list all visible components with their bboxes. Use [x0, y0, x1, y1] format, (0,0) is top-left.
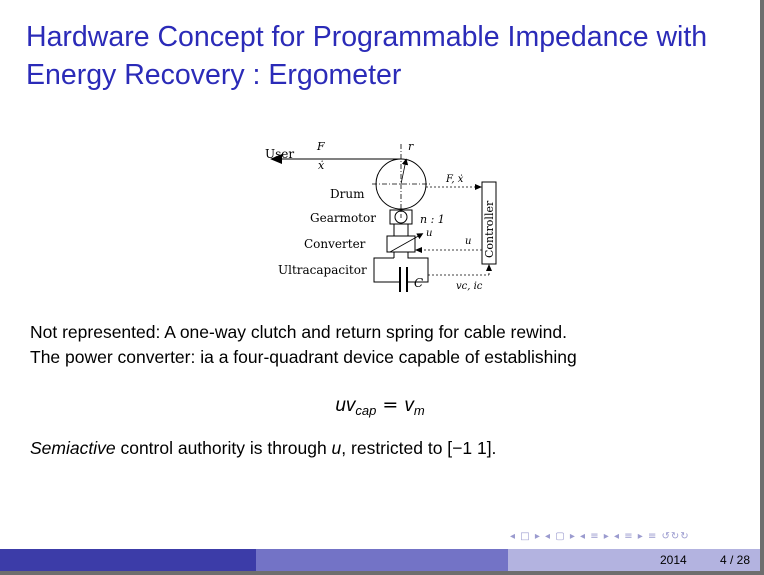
variable-u: u: [331, 438, 342, 458]
beamer-navigation-icons[interactable]: ◂ □ ▸ ◂ ▢ ▸ ◂ ≡ ▸ ◂ ≡ ▸ ≡ ↺↻↻: [510, 531, 750, 543]
sensor-arrowhead: [475, 184, 482, 190]
body-text-line-3: Semiactive control authority is through …: [30, 438, 496, 459]
drum-label: Drum: [330, 187, 365, 201]
capacitor-circuit: [373, 257, 400, 283]
title-line-2: Energy Recovery : Ergometer: [26, 59, 402, 91]
user-label: User: [265, 147, 294, 161]
emphasis-text: Semiactive: [30, 438, 116, 458]
footer-date: 2014: [660, 553, 687, 567]
u-controller-label: u: [465, 236, 471, 247]
body-text-line-2: The power converter: ia a four-quadrant …: [30, 347, 577, 367]
footer-segment-left: [0, 549, 256, 571]
capacitance-label: C: [414, 276, 423, 290]
force-xdot-label: F, ẋ: [445, 174, 464, 185]
converter-label: Converter: [304, 237, 366, 251]
footer-segment-right: 2014 4 / 28: [508, 549, 760, 571]
equation-rhs-var: v: [404, 395, 414, 416]
equation-rhs-sub: m: [413, 403, 425, 418]
measure-arrowhead: [486, 264, 492, 271]
radius-arrow: [400, 158, 409, 185]
slide-title: Hardware Concept for Programmable Impeda…: [26, 18, 746, 94]
line3-text-a: control authority is through: [115, 438, 332, 458]
converter-box: [386, 235, 416, 253]
page-number: 4 / 28: [720, 553, 751, 567]
vc-ic-label: vᴄ, iᴄ: [456, 281, 483, 292]
gearmotor-label: Gearmotor: [310, 211, 376, 225]
ergometer-diagram: User F ẋ r Drum F, ẋ Controller Gearmoto…: [265, 140, 497, 292]
footer-segment-middle: [256, 549, 508, 571]
footer-bar: 2014 4 / 28: [0, 549, 760, 571]
force-label: F: [316, 140, 325, 153]
xdot-label: ẋ: [318, 159, 325, 172]
title-line-1: Hardware Concept for Programmable Impeda…: [26, 21, 708, 53]
gear-ratio-label: n : 1: [420, 213, 445, 226]
control-arrowhead: [415, 247, 422, 253]
line3-text-b: , restricted to [−1 1].: [341, 438, 497, 458]
radius-label: r: [408, 140, 414, 153]
equation-operator: =: [382, 394, 399, 416]
controller-label: Controller: [483, 200, 496, 258]
equation-lhs-sub: cap: [355, 403, 377, 418]
equation-lhs-var: uv: [335, 395, 356, 416]
ultracapacitor-label: Ultracapacitor: [278, 263, 367, 277]
equation: uvcap = vm: [0, 394, 760, 418]
u-converter-label: u: [426, 228, 432, 239]
slide: Hardware Concept for Programmable Impeda…: [0, 0, 760, 571]
body-text-line-1: Not represented: A one-way clutch and re…: [30, 322, 567, 342]
